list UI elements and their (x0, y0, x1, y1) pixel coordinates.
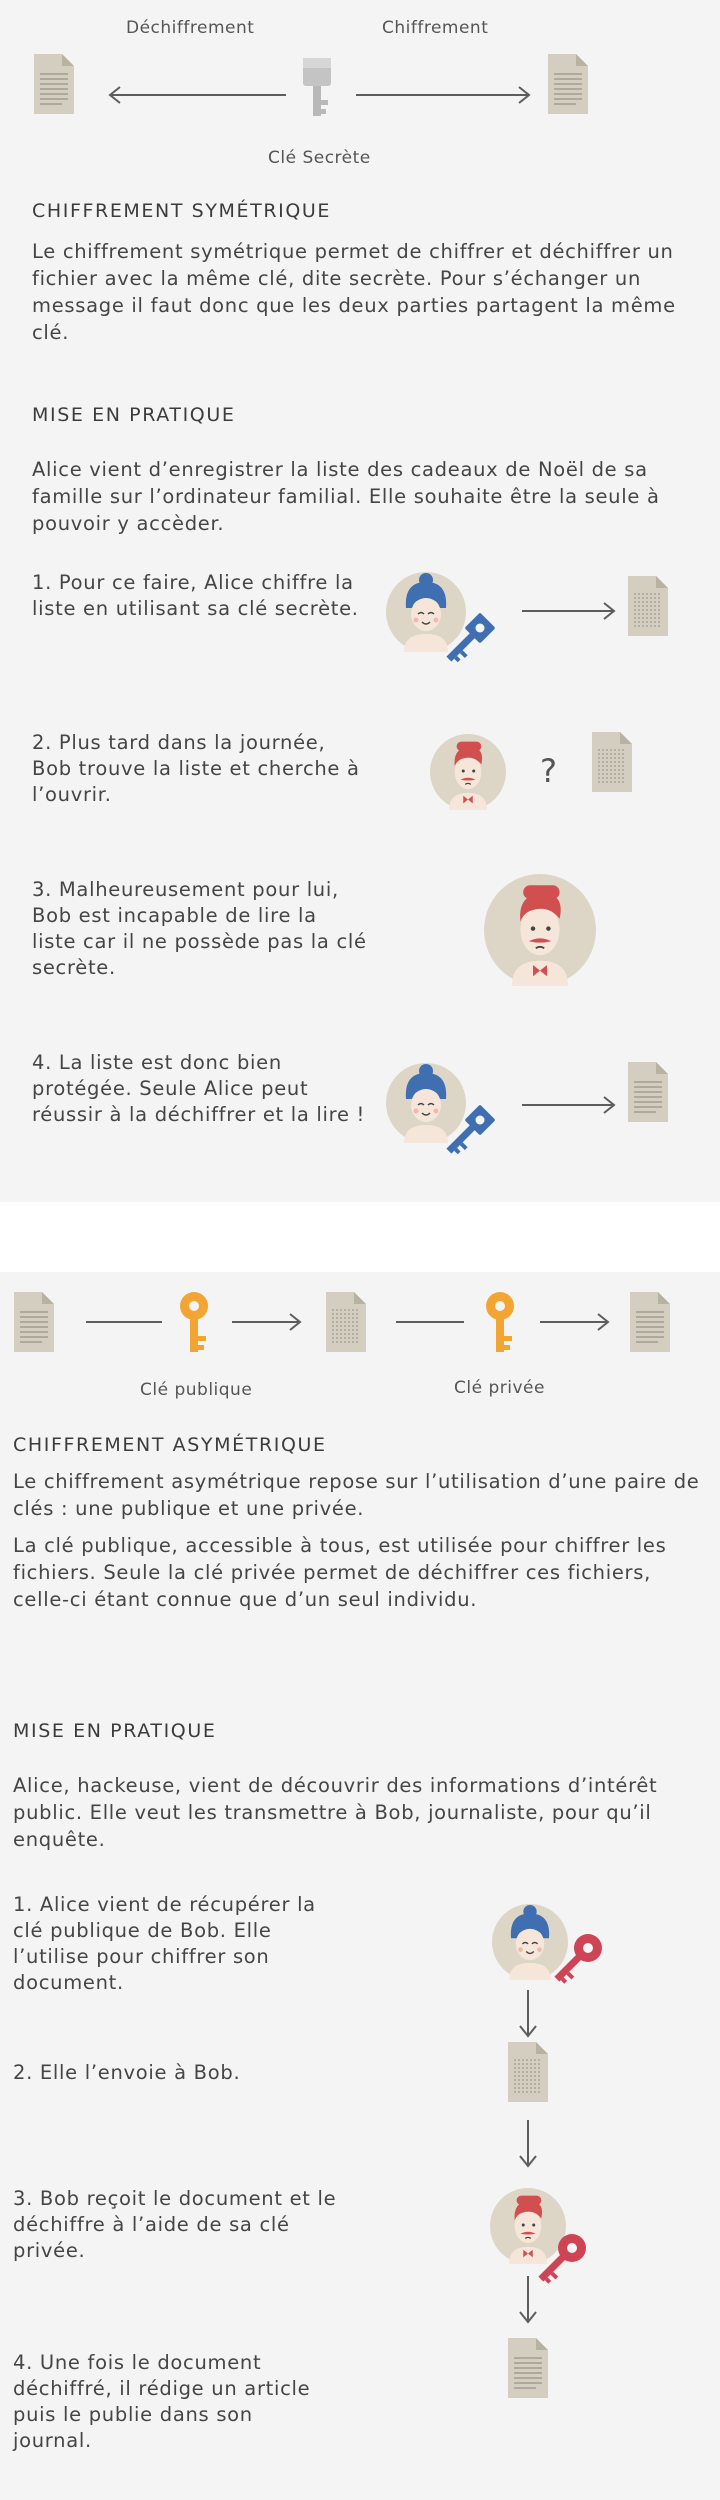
asymmetric-description: Le chiffrement asymétrique repose sur l’… (13, 1468, 703, 1623)
practice-title: MISE EN PRATIQUE (32, 404, 236, 426)
document-icon (507, 2041, 549, 2103)
key-icon (441, 1104, 496, 1159)
arrow-icon (519, 1990, 537, 2038)
document-icon (325, 1291, 367, 1353)
step-2-text: 2. Plus tard dans la journée, Bob trouve… (32, 731, 360, 806)
connector-line (86, 1321, 162, 1323)
step-4-text: 4. La liste est donc bien protégée. Seul… (32, 1051, 366, 1126)
asymmetric-description-1: Le chiffrement asymétrique repose sur l’… (13, 1470, 700, 1520)
key-icon (180, 1292, 208, 1352)
step-3-text: 3. Malheureusement pour lui, Bob est inc… (32, 878, 367, 979)
symmetric-title: CHIFFREMENT SYMÉTRIQUE (32, 200, 332, 222)
arrow-icon (519, 2120, 537, 2168)
private-key-label: Clé privée (454, 1378, 545, 1398)
key-icon (303, 58, 331, 116)
key-icon (546, 1928, 608, 1990)
arrow-icon (522, 602, 616, 620)
document-icon (627, 1061, 669, 1123)
step-3-text: 3. Bob reçoit le document et le déchiffr… (13, 2187, 337, 2262)
arrow-icon (540, 1313, 610, 1331)
symmetric-description: Le chiffrement symétrique permet de chif… (32, 240, 676, 344)
practice-title: MISE EN PRATIQUE (13, 1720, 217, 1742)
document-icon (13, 1291, 55, 1353)
key-icon (441, 612, 496, 667)
step-4-text: 4. Une fois le document déchiffré, il ré… (13, 2351, 311, 2452)
connector-line (396, 1321, 464, 1323)
arrow-icon (519, 2276, 537, 2324)
arrow-icon (356, 86, 531, 104)
arrow-icon (232, 1313, 302, 1331)
key-icon (530, 2228, 592, 2290)
bob-avatar-icon (483, 873, 597, 987)
step-1-text: 1. Pour ce faire, Alice chiffre la liste… (32, 571, 359, 620)
practice-intro: Alice vient d’enregistrer la liste des c… (32, 458, 660, 535)
question-mark: ? (540, 752, 557, 790)
step-1-text: 1. Alice vient de récupérer la clé publi… (13, 1893, 316, 1994)
decrypt-label: Déchiffrement (126, 18, 255, 38)
step-2-text: 2. Elle l’envoie à Bob. (13, 2061, 241, 2084)
symmetric-panel: Déchiffrement Chiffrement Clé Secrète CH… (0, 0, 720, 1202)
arrow-icon (108, 86, 286, 104)
asymmetric-panel: Clé publique Clé privée CHIFFREMENT ASYM… (0, 1272, 720, 2500)
asymmetric-title: CHIFFREMENT ASYMÉTRIQUE (13, 1434, 327, 1456)
document-icon (547, 53, 589, 115)
document-icon (629, 1291, 671, 1353)
secret-key-label: Clé Secrète (268, 148, 371, 168)
document-icon (507, 2337, 549, 2399)
bob-avatar-icon (429, 733, 507, 811)
document-icon (627, 575, 669, 637)
key-icon (486, 1292, 514, 1352)
practice-intro: Alice, hackeuse, vient de découvrir des … (13, 1774, 658, 1851)
encrypt-label: Chiffrement (382, 18, 489, 38)
document-icon (591, 731, 633, 793)
public-key-label: Clé publique (140, 1380, 253, 1400)
asymmetric-description-2: La clé publique, accessible à tous, est … (13, 1534, 667, 1611)
document-icon (33, 53, 75, 115)
arrow-icon (522, 1096, 616, 1114)
